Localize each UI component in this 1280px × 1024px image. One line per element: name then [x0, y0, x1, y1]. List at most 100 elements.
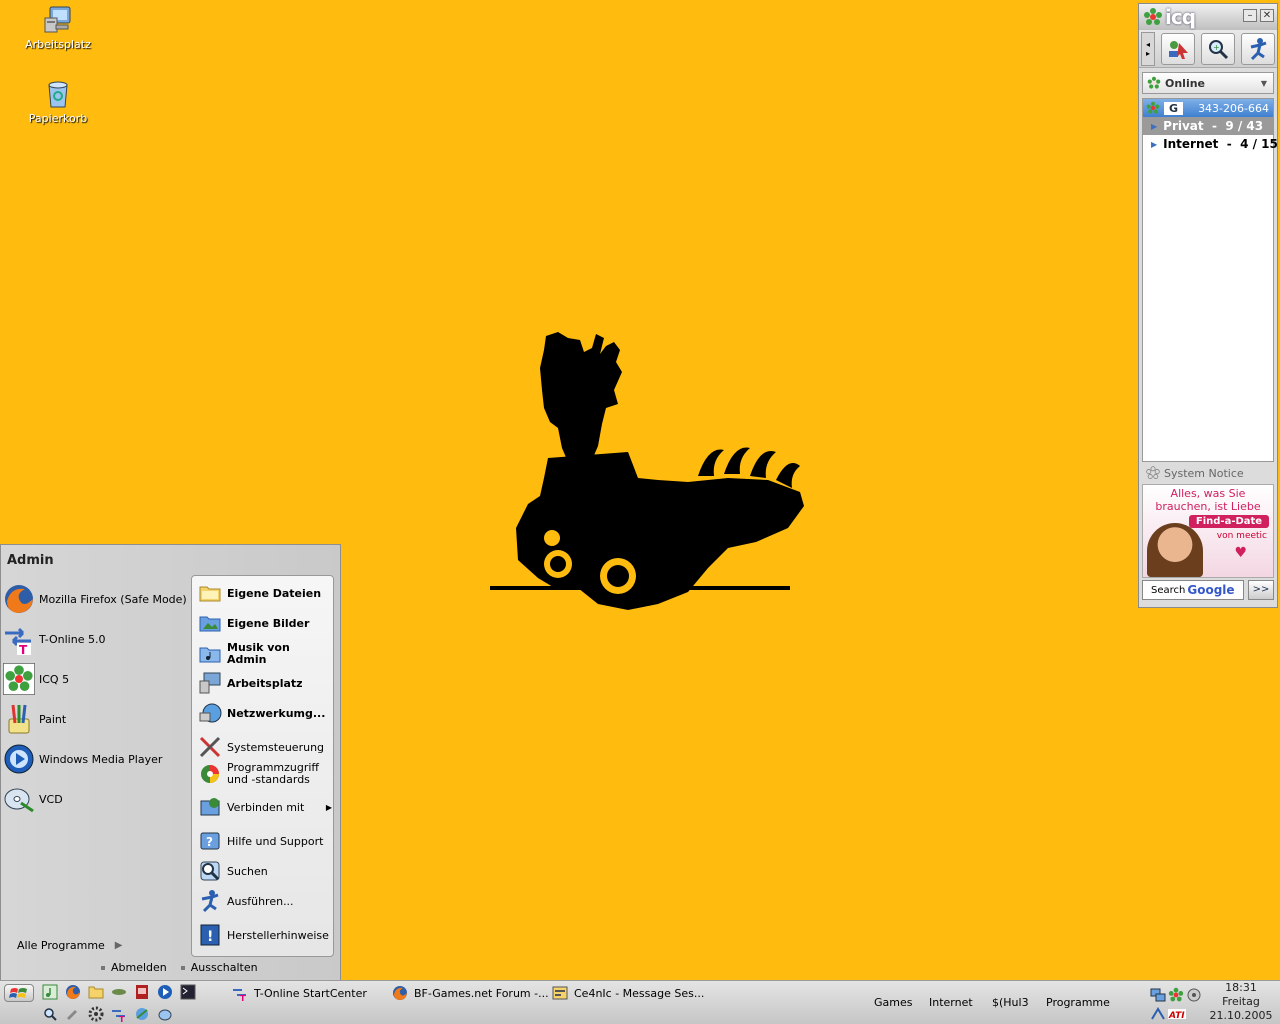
computer-icon [44, 6, 71, 33]
search-icon[interactable] [42, 1006, 58, 1022]
status-dropdown[interactable]: Online ▼ [1142, 72, 1274, 94]
google-logo: Google [1187, 583, 1235, 597]
expand-arrow-icon: ▶ [1151, 139, 1158, 149]
find-contact-button[interactable]: + [1201, 32, 1235, 65]
item-suchen[interactable]: Suchen [198, 859, 332, 883]
firefox-icon[interactable] [65, 984, 81, 1000]
icq-window[interactable]: icq – ✕ ◂ ▸ + Online ▼ G 343-206-664 ▶ P… [1138, 3, 1278, 608]
group-privat[interactable]: ▶ Privat - 9 / 43 [1143, 117, 1273, 135]
program-vcd[interactable]: VCD [1, 779, 189, 819]
arrow-right-icon: ▶ [114, 940, 123, 951]
services-button[interactable] [1241, 32, 1275, 65]
clock[interactable]: 18:31 Freitag 21.10.2005 [1206, 981, 1276, 1023]
item-hilfe-und-support[interactable]: ? Hilfe und Support [198, 829, 332, 853]
eye-icon[interactable] [111, 984, 127, 1000]
svg-text:T: T [240, 994, 246, 1001]
minimize-button[interactable]: – [1243, 9, 1257, 22]
heart-icon: ♥ [1234, 545, 1247, 561]
t-online-icon[interactable]: T [111, 1006, 127, 1022]
item-label: Suchen [227, 864, 268, 878]
start-menu: Admin Mozilla Firefox (Safe Mode) T T-On… [0, 544, 341, 981]
find-a-date-button[interactable]: Find-a-Date [1189, 515, 1269, 528]
search-go-button[interactable]: >> [1248, 580, 1274, 600]
task-bf-games-forum[interactable]: BF-Games.net Forum -... [388, 983, 549, 1003]
task-message-session[interactable]: Ce4nIc - Message Ses... [548, 983, 704, 1003]
windows-logo-icon [9, 988, 27, 998]
search-input[interactable]: Search Google [1142, 580, 1244, 600]
network-icon[interactable] [134, 1006, 150, 1022]
svg-text:T: T [119, 1015, 125, 1022]
folder-icon[interactable] [88, 984, 104, 1000]
connection-tray-icon[interactable] [1150, 1007, 1166, 1021]
item-label: Programmzugriff und -standards [227, 761, 320, 786]
disc-icon[interactable] [157, 1006, 173, 1022]
item-eigene-bilder[interactable]: Eigene Bilder [198, 611, 332, 635]
program-access-icon [201, 765, 219, 783]
music-note-icon[interactable] [42, 984, 58, 1000]
item-label: Herstellerhinweise [227, 928, 329, 942]
item-netzwerk[interactable]: Netzwerkumg... [198, 701, 332, 725]
desktop-icon-arbeitsplatz[interactable]: Arbeitsplatz [18, 4, 98, 51]
add-contact-button[interactable] [1161, 32, 1195, 65]
close-button[interactable]: ✕ [1260, 9, 1274, 22]
task-label: BF-Games.net Forum -... [414, 986, 549, 1000]
program-firefox-safe-mode[interactable]: Mozilla Firefox (Safe Mode) [1, 579, 189, 619]
connect-icon [200, 798, 220, 816]
pinned-programs: Mozilla Firefox (Safe Mode) T T-Online 5… [1, 579, 189, 819]
toolbar-collapse-handle[interactable]: ◂ ▸ [1141, 31, 1155, 66]
media-player-icon[interactable] [157, 984, 173, 1000]
icq-title-bar[interactable]: icq – ✕ [1139, 4, 1277, 30]
toolbar-link-internet[interactable]: Internet [929, 996, 973, 1009]
system-notice[interactable]: System Notice [1142, 464, 1274, 482]
item-programmzugriff[interactable]: Programmzugriff und -standards [198, 762, 332, 786]
start-menu-places: Eigene Dateien Eigene Bilder Musik von Ad… [191, 575, 334, 957]
computer-icon [199, 672, 221, 694]
item-ausfuehren[interactable]: Ausführen... [198, 889, 332, 913]
item-eigene-dateien[interactable]: Eigene Dateien [198, 581, 332, 605]
ad-brand: von meetic [1216, 531, 1267, 541]
toolbar-link-hul3[interactable]: $(Hul3 [992, 996, 1029, 1009]
item-musik[interactable]: Musik von Admin [198, 642, 332, 666]
expand-arrow-icon: ▶ [1151, 121, 1158, 131]
disc-tray-icon[interactable] [1186, 987, 1202, 1003]
logoff-button[interactable]: Abmelden [101, 961, 167, 974]
item-label: Netzwerkumg... [227, 706, 326, 720]
recycle-bin-icon [48, 81, 68, 108]
item-systemsteuerung[interactable]: Systemsteuerung [198, 735, 332, 759]
program-paint[interactable]: Paint [1, 699, 189, 739]
search-label: Search [1151, 584, 1186, 596]
item-verbinden-mit[interactable]: Verbinden mit ▶ [198, 795, 332, 819]
music-folder-icon [199, 647, 221, 663]
disc-icon [4, 788, 34, 813]
toolbar-link-games[interactable]: Games [874, 996, 912, 1009]
ad-photo [1147, 523, 1203, 577]
program-t-online[interactable]: T T-Online 5.0 [1, 619, 189, 659]
program-icq[interactable]: ICQ 5 [1, 659, 189, 699]
desktop-icon-papierkorb[interactable]: Papierkorb [18, 78, 98, 125]
toolbar-link-programme[interactable]: Programme [1046, 996, 1110, 1009]
tool-icon[interactable] [65, 1006, 81, 1022]
item-label: Verbinden mit [227, 800, 305, 814]
ad-banner[interactable]: Alles, was Sie brauchen, ist Liebe Find-… [1142, 484, 1274, 578]
shutdown-icon [180, 965, 185, 970]
media-icon[interactable] [134, 984, 150, 1000]
all-programs-button[interactable]: Alle Programme ▶ [17, 939, 123, 952]
account-row[interactable]: G 343-206-664 [1143, 99, 1273, 117]
shutdown-label: Ausschalten [190, 961, 258, 974]
group-internet[interactable]: ▶ Internet - 4 / 15 [1143, 135, 1278, 153]
ad-line-2: brauchen, ist Liebe [1155, 500, 1261, 513]
item-arbeitsplatz[interactable]: Arbeitsplatz [198, 671, 332, 695]
wallpaper-vehicle-logo [490, 332, 804, 610]
t-online-icon: T [233, 989, 246, 1001]
task-t-online-startcenter[interactable]: T T-Online StartCenter [228, 983, 367, 1003]
contact-list[interactable]: G 343-206-664 ▶ Privat - 9 / 43 ▶ Intern… [1142, 98, 1278, 462]
console-icon[interactable] [180, 984, 196, 1000]
gear-icon[interactable] [88, 1006, 104, 1022]
start-button[interactable] [4, 984, 34, 1002]
shutdown-button[interactable]: Ausschalten [180, 961, 258, 974]
item-herstellerhinweise[interactable]: ! Herstellerhinweise [198, 923, 332, 947]
ati-tray-icon[interactable]: ATI [1168, 1007, 1186, 1021]
program-windows-media-player[interactable]: Windows Media Player [1, 739, 189, 779]
network-tray-icon[interactable] [1150, 987, 1166, 1003]
icq-tray-icon[interactable] [1168, 987, 1184, 1003]
